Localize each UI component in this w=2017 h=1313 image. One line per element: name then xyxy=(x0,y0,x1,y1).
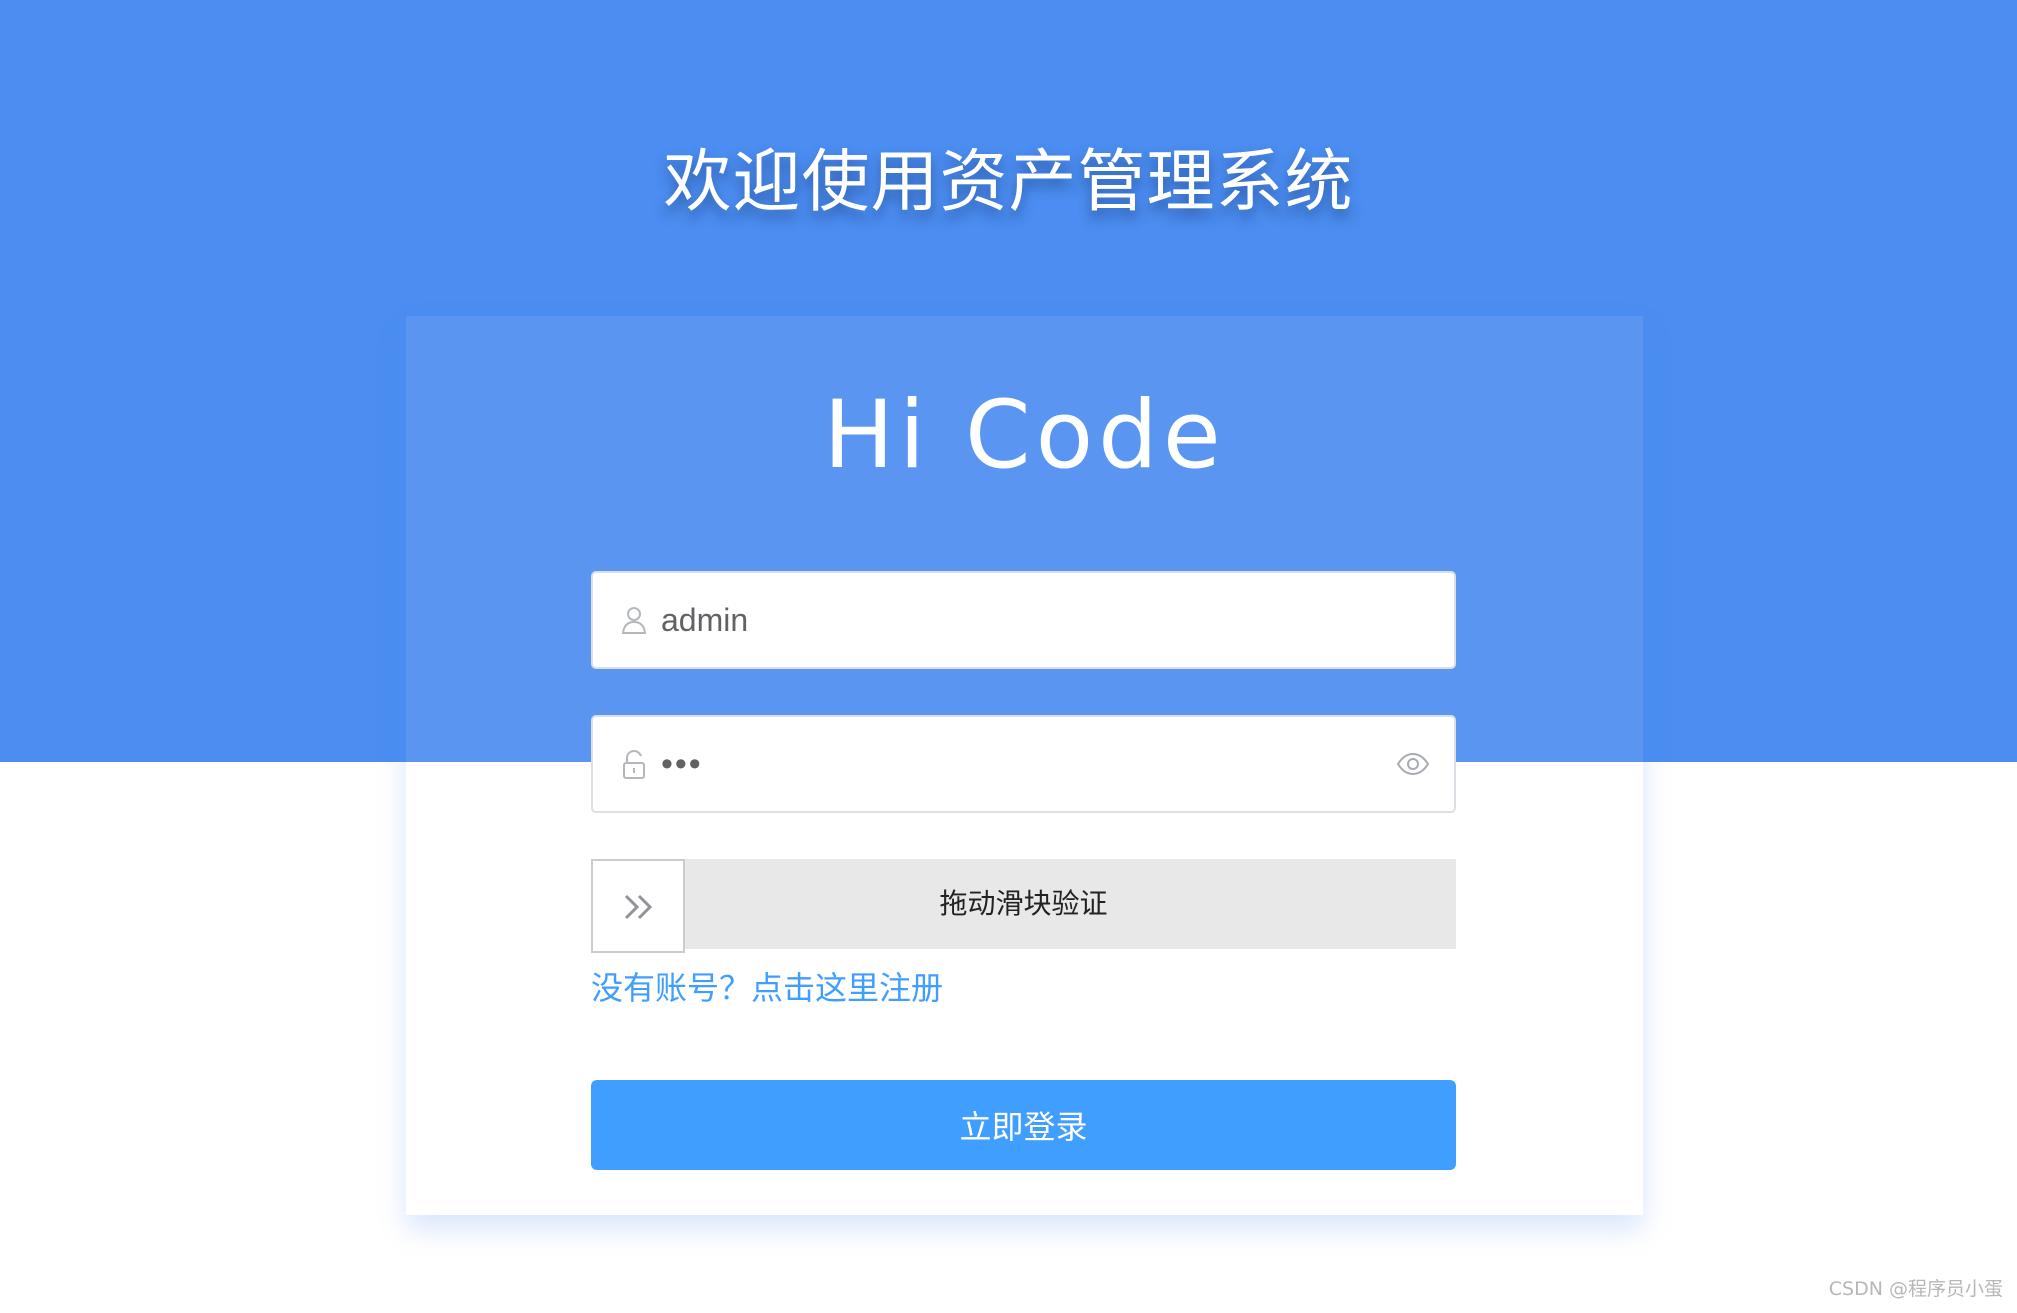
double-chevron-right-icon xyxy=(624,894,653,920)
slider-label: 拖动滑块验证 xyxy=(939,887,1108,920)
password-input[interactable] xyxy=(661,717,1381,811)
login-button[interactable]: 立即登录 xyxy=(591,1080,1456,1170)
slider-verification[interactable]: 拖动滑块验证 xyxy=(591,859,1456,953)
page-title: 欢迎使用资产管理系统 xyxy=(663,143,1354,222)
user-icon xyxy=(618,604,650,636)
watermark: CSDN @程序员小蛋 xyxy=(1828,1278,2003,1300)
login-card: Hi Code 拖动滑块验证 xyxy=(406,316,1643,1215)
password-field[interactable] xyxy=(591,715,1456,813)
eye-icon[interactable] xyxy=(1396,747,1430,781)
slider-handle[interactable] xyxy=(591,859,685,953)
brand-logo: Hi Code xyxy=(823,381,1226,490)
register-link[interactable]: 没有账号？点击这里注册 xyxy=(591,967,943,1009)
username-field[interactable] xyxy=(591,571,1456,669)
unlock-icon xyxy=(618,748,650,780)
username-input[interactable] xyxy=(661,573,1381,667)
